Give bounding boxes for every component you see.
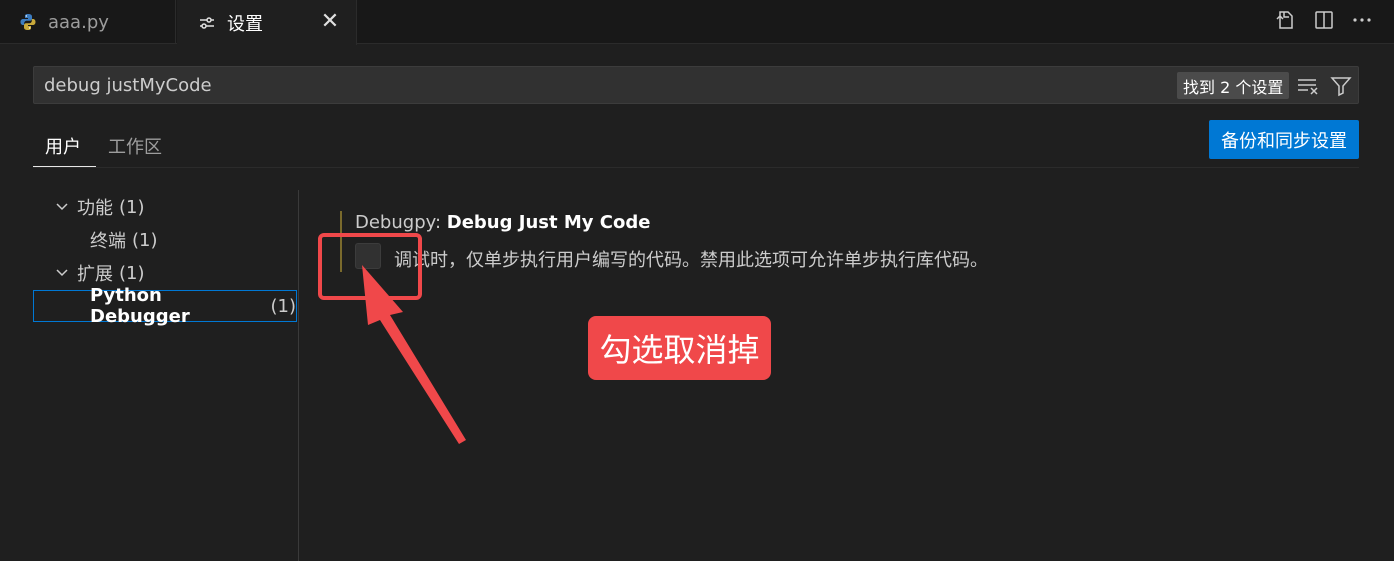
tab-settings[interactable]: 设置 ✕: [177, 0, 357, 45]
result-count-badge: 找到 2 个设置: [1177, 72, 1290, 99]
annotation-highlight-box: [318, 233, 422, 300]
editor-tab-bar: aaa.py 设置 ✕: [0, 0, 1394, 45]
backup-sync-button[interactable]: 备份和同步设置: [1209, 120, 1359, 159]
split-editor-icon[interactable]: [1312, 8, 1336, 32]
filter-icon[interactable]: [1329, 74, 1353, 98]
tab-label: 设置: [227, 13, 263, 35]
scope-tabs-divider: [33, 167, 1359, 168]
tab-user[interactable]: 用户: [33, 133, 96, 167]
tree-item-label: Python Debugger: [90, 285, 190, 327]
open-settings-json-icon[interactable]: [1274, 8, 1298, 32]
setting-category: Debugpy:: [355, 212, 447, 233]
annotation-callout: 勾选取消掉: [588, 316, 771, 380]
tab-label: aaa.py: [48, 11, 109, 33]
tree-item-python-debugger[interactable]: Python Debugger (1): [33, 285, 297, 327]
close-icon[interactable]: ✕: [318, 9, 342, 34]
tree-item-count: (1): [119, 196, 145, 218]
tree-item-count: (1): [270, 295, 297, 317]
tree-item-label: 功能: [77, 198, 113, 219]
setting-description: 调试时，仅单步执行用户编写的代码。禁用此选项可允许单步执行库代码。: [394, 250, 988, 271]
search-value: debug justMyCode: [44, 75, 212, 96]
tree-divider: [298, 190, 299, 561]
tree-item-label: 终端: [90, 231, 126, 252]
tree-item-terminal[interactable]: 终端 (1): [33, 224, 297, 256]
more-actions-icon[interactable]: [1350, 8, 1374, 32]
setting-title: Debugpy: Debug Just My Code: [355, 212, 650, 233]
settings-search-input[interactable]: debug justMyCode 找到 2 个设置: [33, 66, 1359, 104]
tree-item-count: (1): [132, 229, 158, 251]
chevron-down-icon: [51, 262, 73, 284]
tree-item-count: (1): [119, 262, 145, 284]
clear-filter-icon[interactable]: [1296, 74, 1320, 98]
tree-item-features[interactable]: 功能 (1): [33, 191, 297, 223]
tab-workspace[interactable]: 工作区: [108, 133, 162, 167]
setting-name: Debug Just My Code: [446, 212, 651, 233]
settings-sliders-icon: [197, 13, 217, 33]
python-file-icon: [18, 12, 38, 32]
tab-aaa-py[interactable]: aaa.py: [0, 0, 176, 44]
chevron-down-icon: [51, 196, 73, 218]
editor-actions: [1274, 8, 1374, 32]
tree-item-label: 扩展: [77, 264, 113, 285]
